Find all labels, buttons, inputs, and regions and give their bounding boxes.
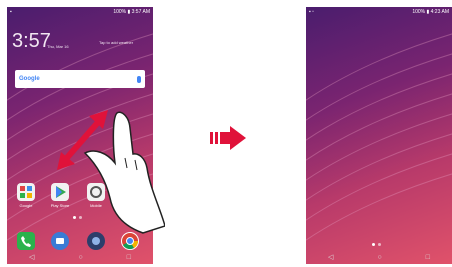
home-button[interactable]: ○ — [377, 254, 381, 261]
clock-widget[interactable]: 3:57 — [12, 31, 51, 51]
transition-arrow-icon — [210, 126, 246, 150]
date-text: Thu, Mar 16 — [47, 44, 69, 49]
notification-icon: ▪ ▫ — [309, 8, 314, 15]
page-indicator — [372, 243, 381, 246]
google-folder-icon[interactable] — [17, 183, 35, 201]
page-dot — [378, 243, 381, 246]
home-button[interactable]: ○ — [78, 254, 82, 261]
navigation-bar: ◁ ○ □ — [306, 250, 452, 264]
status-time: 3:57 AM — [131, 8, 150, 15]
recents-button[interactable]: □ — [127, 254, 131, 261]
status-bar: ▪ ▫ 100% ▮ 4:23 AM — [309, 8, 449, 15]
home-screen-after: ▪ ▫ 100% ▮ 4:23 AM ◁ ○ □ — [306, 7, 452, 264]
battery-text: 100% — [113, 8, 127, 15]
recents-button[interactable]: □ — [426, 254, 430, 261]
page-dot — [372, 243, 375, 246]
back-button[interactable]: ◁ — [29, 253, 34, 261]
status-bar: ▪ 100% ▮ 3:57 AM — [10, 8, 150, 15]
mic-icon[interactable] — [137, 75, 141, 83]
phone-icon[interactable] — [17, 232, 35, 250]
status-time: 4:23 AM — [430, 8, 449, 15]
pinch-gesture-hand-icon — [57, 110, 165, 234]
battery-text: 100% — [412, 8, 426, 15]
wallpaper-streaks — [306, 33, 452, 241]
google-search-bar[interactable]: Google — [15, 70, 145, 88]
google-logo: Google — [19, 76, 40, 82]
back-button[interactable]: ◁ — [328, 253, 333, 261]
weather-prompt[interactable]: Tap to add weather — [99, 40, 133, 45]
notification-icon: ▪ — [10, 8, 12, 15]
app-label-google: Google — [19, 203, 33, 208]
navigation-bar: ◁ ○ □ — [7, 250, 153, 264]
